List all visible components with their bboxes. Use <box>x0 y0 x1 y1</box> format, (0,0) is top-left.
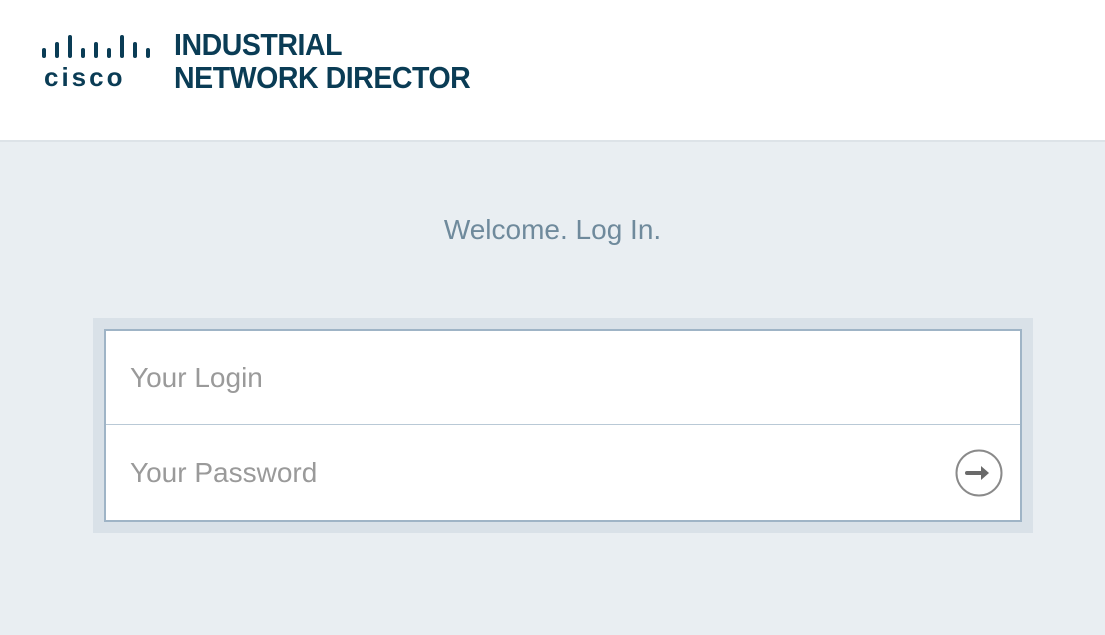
login-input[interactable] <box>130 353 930 403</box>
product-name: INDUSTRIAL NETWORK DIRECTOR <box>174 27 471 95</box>
arrow-right-circle-icon[interactable] <box>954 448 1004 498</box>
login-form-frame <box>93 318 1033 533</box>
product-name-line1: INDUSTRIAL <box>174 27 343 62</box>
product-name-line2: NETWORK DIRECTOR <box>174 60 471 95</box>
header: cisco INDUSTRIAL NETWORK DIRECTOR <box>0 0 1105 142</box>
login-form <box>104 329 1022 522</box>
login-area: Welcome. Log In. <box>0 142 1105 635</box>
cisco-wordmark: cisco <box>44 62 126 92</box>
password-field-row <box>106 426 1020 520</box>
cisco-bars-icon <box>42 35 150 58</box>
password-input[interactable] <box>130 448 930 498</box>
cisco-logo: cisco INDUSTRIAL NETWORK DIRECTOR <box>40 28 480 108</box>
welcome-heading: Welcome. Log In. <box>443 214 662 245</box>
login-field-row <box>106 331 1020 425</box>
